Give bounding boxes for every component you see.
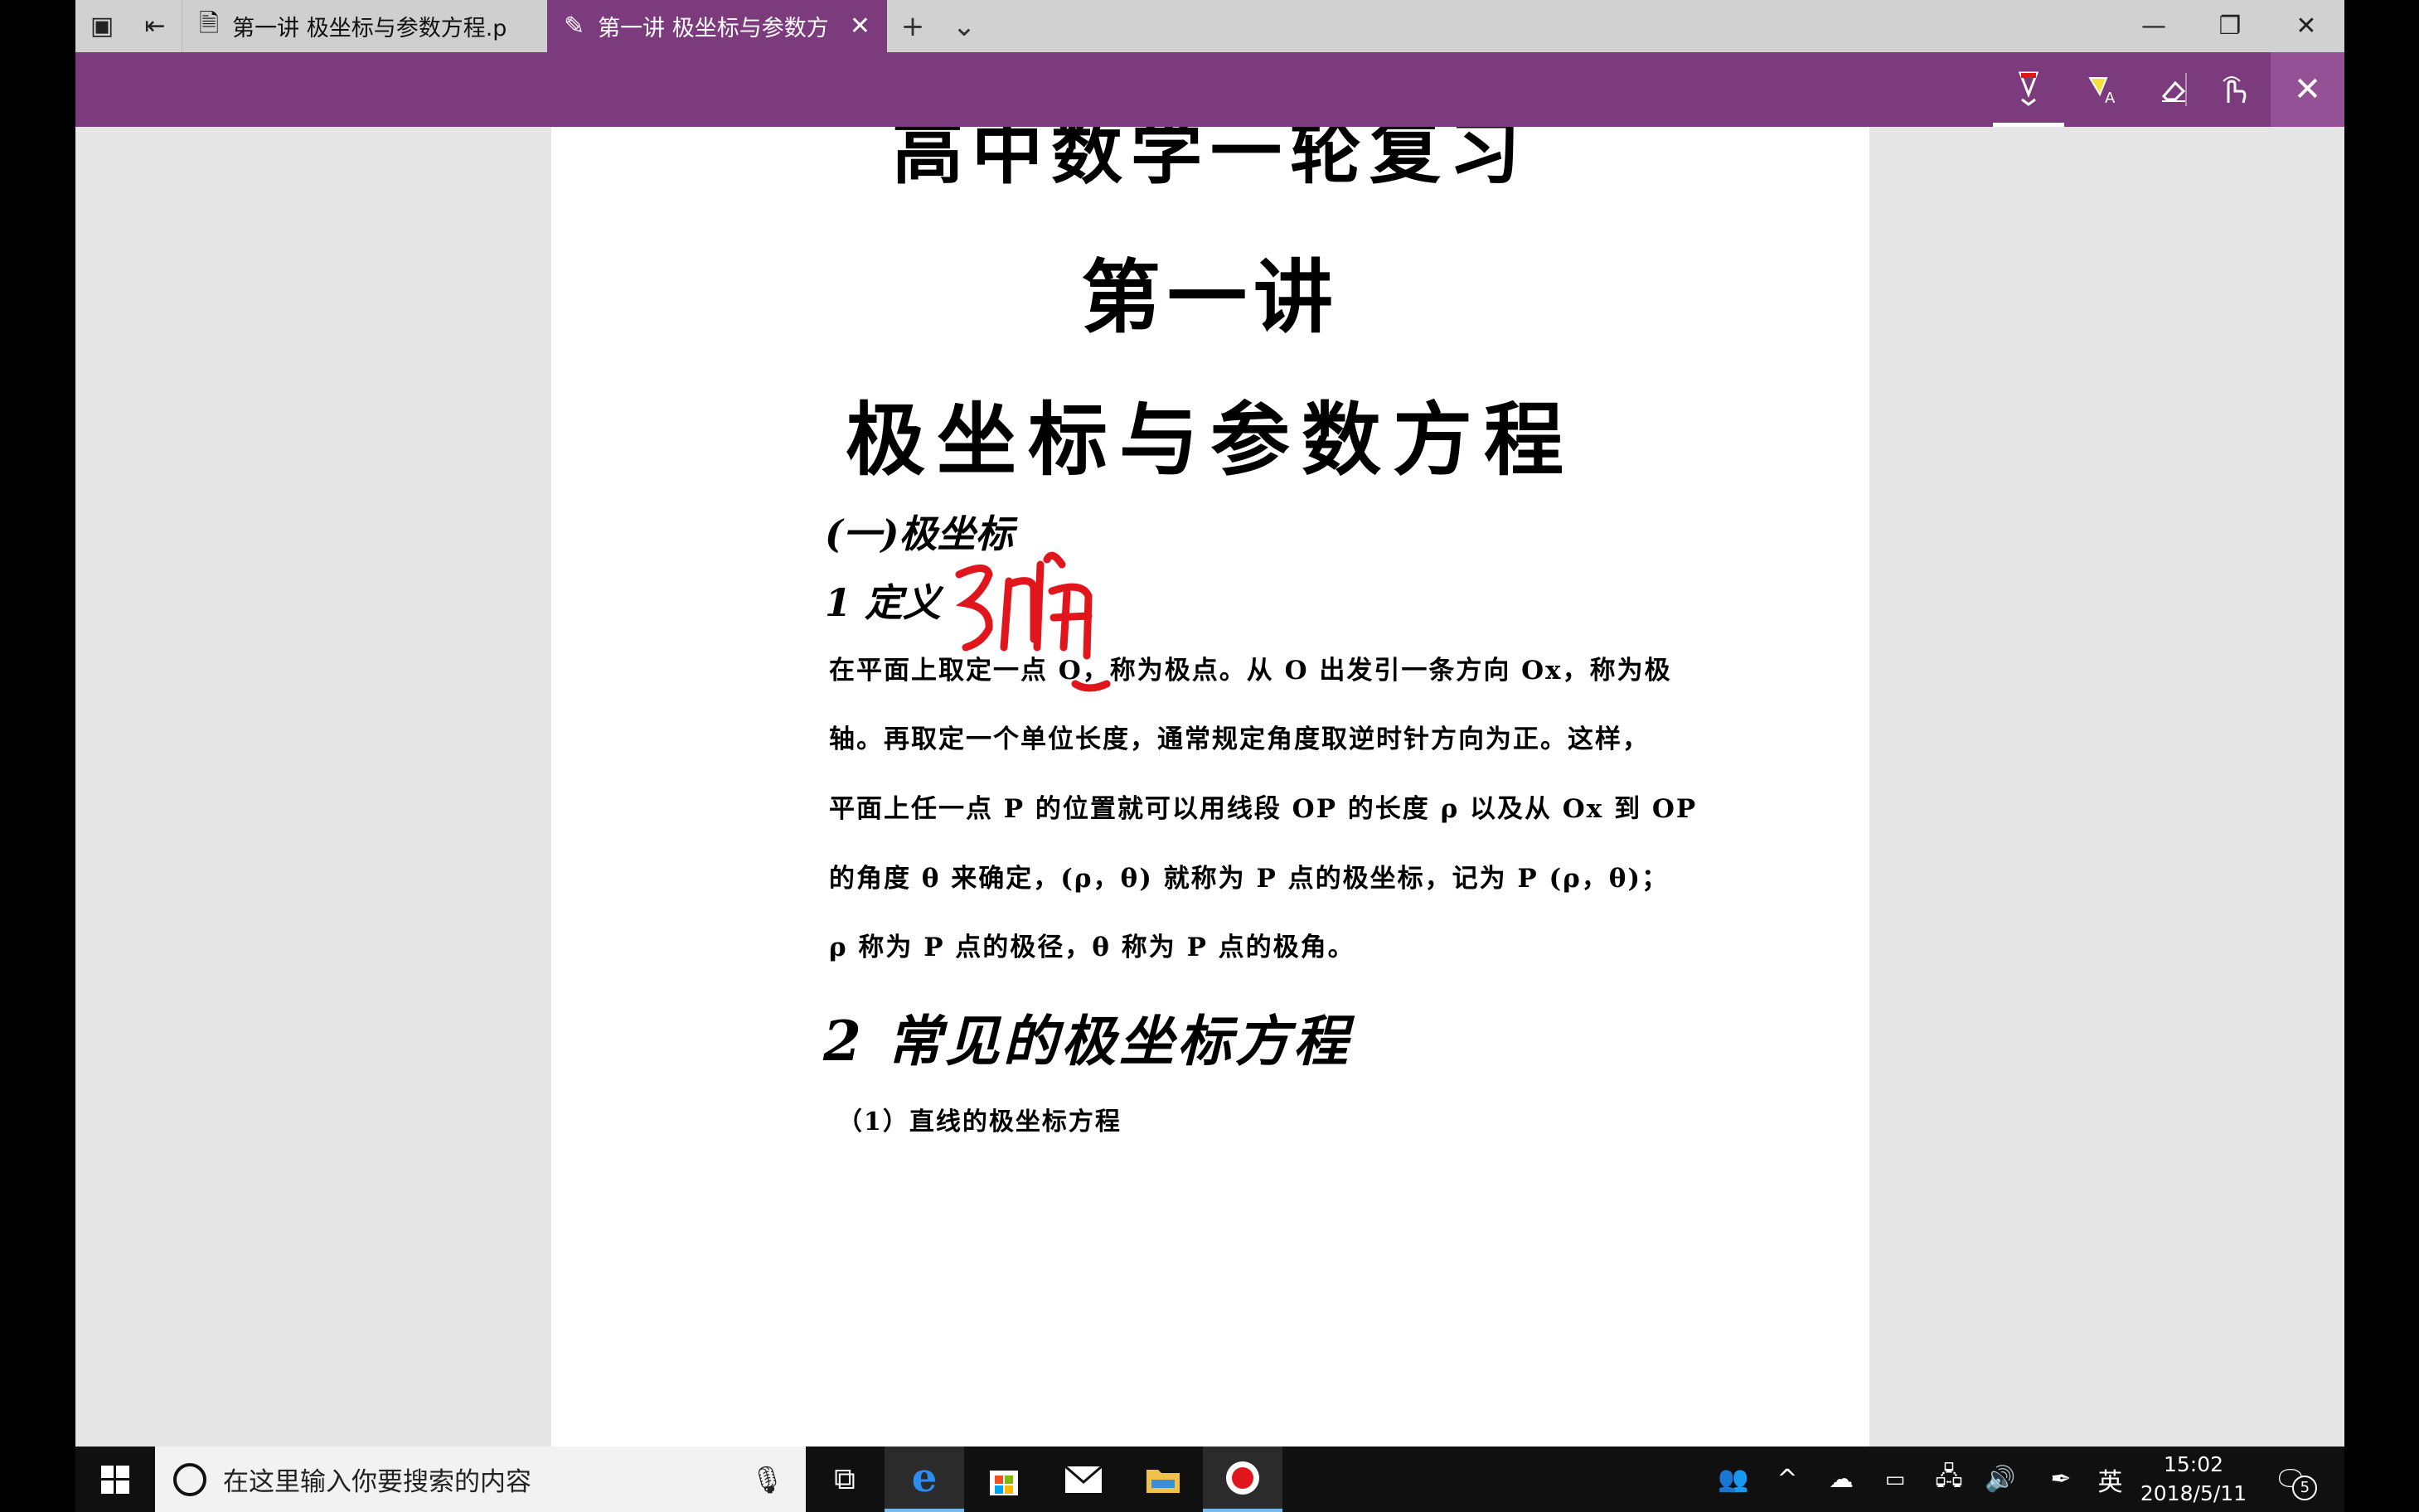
- ink-toolbar: A ✕: [75, 52, 2344, 127]
- paragraph-line: 在平面上取定一点 O，称为极点。从 O 出发引一条方向 Ox，称为极: [829, 656, 1672, 686]
- tab-bar: ▣ ⇤ 🗎 第一讲 极坐标与参数方程.p ✎ 第一讲 极坐标与参数方 ✕ + ⌄…: [75, 0, 2344, 52]
- input-method-indicator[interactable]: 英: [2087, 1447, 2133, 1512]
- close-tab-icon[interactable]: ✕: [850, 12, 870, 41]
- chevron-up-icon[interactable]: ^: [1767, 1447, 1808, 1512]
- tab-pdf[interactable]: 🗎 第一讲 极坐标与参数方程.p: [182, 0, 547, 52]
- doc-title: 高中数学一轮复习: [892, 127, 1529, 194]
- task-view-icon[interactable]: ⧉: [805, 1447, 885, 1512]
- close-window-button[interactable]: ✕: [2268, 0, 2344, 52]
- doc-subtitle: 第一讲: [1081, 250, 1340, 344]
- windows-start-icon[interactable]: [75, 1447, 155, 1512]
- edge-window: ▣ ⇤ 🗎 第一讲 极坐标与参数方程.p ✎ 第一讲 极坐标与参数方 ✕ + ⌄…: [75, 0, 2344, 1447]
- clock-date: 2018/5/11: [2140, 1481, 2247, 1505]
- screen-recorder-icon[interactable]: [1203, 1447, 1282, 1512]
- clock-time: 15:02: [2163, 1452, 2224, 1476]
- taskbar: 在这里输入你要搜索的内容 🎙 ⧉ e 👥 ^ ☁ ▭ 🖧 🔊 ✒ 英 15:02…: [75, 1447, 2344, 1512]
- paragraph-line: 轴。再取定一个单位长度，通常规定角度取逆时针方向为正。这样，: [829, 724, 1650, 754]
- ballpoint-pen-icon[interactable]: [1993, 52, 2064, 127]
- paragraph-line: ρ 称为 P 点的极径，θ 称为 P 点的极角。: [829, 933, 1355, 962]
- highlighter-icon[interactable]: A: [2066, 52, 2137, 127]
- taskbar-search-box[interactable]: 在这里输入你要搜索的内容 🎙: [155, 1447, 806, 1512]
- tab-annotated[interactable]: ✎ 第一讲 极坐标与参数方 ✕: [547, 0, 887, 52]
- search-placeholder: 在这里输入你要搜索的内容: [223, 1467, 531, 1497]
- chevron-down-icon[interactable]: ⌄: [938, 0, 990, 52]
- tab-label: 第一讲 极坐标与参数方: [598, 16, 829, 41]
- file-explorer-icon[interactable]: [1123, 1447, 1203, 1512]
- onedrive-icon[interactable]: ☁: [1816, 1447, 1866, 1512]
- cortana-icon: [173, 1462, 206, 1496]
- battery-icon[interactable]: ▭: [1870, 1447, 1920, 1512]
- pen-icon: ✎: [564, 12, 585, 41]
- exit-ink-button[interactable]: ✕: [2271, 52, 2344, 127]
- doc-heading: 极坐标与参数方程: [846, 393, 1575, 487]
- people-icon[interactable]: 👥: [1709, 1447, 1758, 1512]
- definition-heading: 1 定义: [825, 580, 942, 625]
- minimize-button[interactable]: —: [2116, 0, 2192, 52]
- notification-badge: 5: [2292, 1475, 2318, 1500]
- subsection-heading: （1）直线的极坐标方程: [837, 1107, 1122, 1136]
- section-heading-2: 2 常见的极坐标方程: [823, 1009, 1351, 1073]
- network-icon[interactable]: 🖧: [1924, 1447, 1974, 1512]
- toolbar-divider: [2185, 73, 2187, 106]
- svg-text:A: A: [2105, 90, 2116, 106]
- tab-manager-icon[interactable]: ▣: [75, 0, 128, 52]
- store-icon[interactable]: [964, 1447, 1044, 1512]
- document-page: 高中数学一轮复习 第一讲 极坐标与参数方程 (一)极坐标 1 定义 在平面上取定…: [551, 127, 1869, 1447]
- volume-icon[interactable]: 🔊: [1975, 1447, 2025, 1512]
- new-tab-icon[interactable]: +: [887, 0, 938, 52]
- tab-label: 第一讲 极坐标与参数方程.p: [232, 16, 507, 41]
- set-aside-tabs-icon[interactable]: ⇤: [128, 0, 182, 52]
- paragraph-line: 的角度 θ 来确定，(ρ，θ) 就称为 P 点的极坐标，记为 P (ρ，θ)；: [829, 864, 1670, 894]
- action-center-icon[interactable]: 🗨 5: [2257, 1447, 2324, 1512]
- windows-ink-icon[interactable]: ✒: [2036, 1447, 2086, 1512]
- microphone-icon[interactable]: 🎙: [750, 1464, 784, 1495]
- paragraph-line: 平面上任一点 P 的位置就可以用线段 OP 的长度 ρ 以及从 Ox 到 OP: [829, 794, 1698, 824]
- edge-browser-icon[interactable]: e: [885, 1447, 964, 1512]
- touch-writing-icon[interactable]: [2198, 52, 2269, 127]
- system-clock[interactable]: 15:02 2018/5/11: [2135, 1450, 2252, 1508]
- mail-icon[interactable]: [1044, 1447, 1123, 1512]
- pdf-icon: 🗎: [199, 9, 220, 38]
- restore-button[interactable]: ❐: [2192, 0, 2268, 52]
